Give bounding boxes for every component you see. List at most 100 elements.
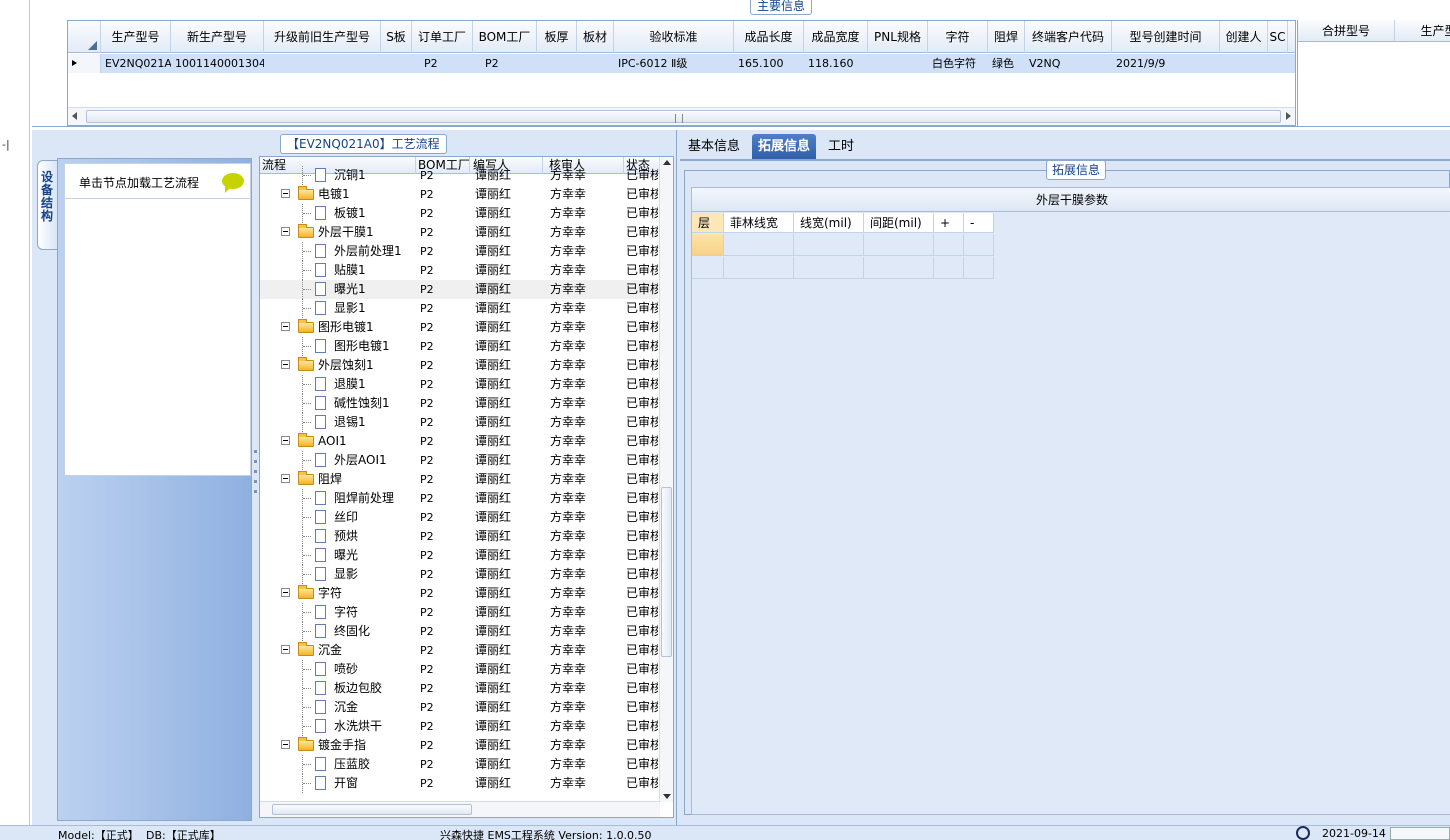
tree-row[interactable]: 贴膜1 P2 谭丽红 方幸幸 已审核	[260, 261, 658, 280]
grid-column-header[interactable]: 板厚	[537, 21, 577, 53]
tab-2[interactable]: 工时	[822, 134, 860, 160]
ext-cell[interactable]	[692, 234, 724, 256]
ext-column-header[interactable]: 层	[692, 213, 724, 233]
grid-column-header[interactable]: S板	[381, 21, 412, 53]
grid-column-header[interactable]: 生产型号	[1395, 20, 1450, 42]
tree-horizontal-scrollbar[interactable]	[260, 801, 660, 817]
grid-column-header[interactable]: 创建人	[1220, 21, 1268, 53]
tree-row[interactable]: 退膜1 P2 谭丽红 方幸幸 已审核	[260, 375, 658, 394]
grid-column-header[interactable]: 成品宽度	[804, 21, 868, 53]
tree-row[interactable]: 碱性蚀刻1 P2 谭丽红 方幸幸 已审核	[260, 394, 658, 413]
tree-row[interactable]: 喷砂 P2 谭丽红 方幸幸 已审核	[260, 660, 658, 679]
scroll-right-icon[interactable]	[1286, 112, 1291, 120]
tree-row[interactable]: 预烘 P2 谭丽红 方幸幸 已审核	[260, 527, 658, 546]
collapse-icon[interactable]	[281, 645, 290, 654]
scroll-down-icon[interactable]	[663, 794, 671, 799]
ext-column-header[interactable]: 间距(mil)	[864, 213, 934, 233]
tree-row[interactable]: 外层前处理1 P2 谭丽红 方幸幸 已审核	[260, 242, 658, 261]
tree-row[interactable]: AOI1 P2 谭丽红 方幸幸 已审核	[260, 432, 658, 451]
merge-grid[interactable]: 合拼型号生产型号	[1297, 20, 1450, 126]
main-info-grid[interactable]: 生产型号 新生产型号 升级前旧生产型号 S板 订单工厂 BOM工厂 板厚 板材 验收标准 成品长度…	[67, 20, 1296, 126]
tab-0[interactable]: 基本信息	[682, 134, 746, 160]
tree-row[interactable]: 丝印 P2 谭丽红 方幸幸 已审核	[260, 508, 658, 527]
tree-row[interactable]: 字符 P2 谭丽红 方幸幸 已审核	[260, 603, 658, 622]
process-tree-grid[interactable]: 流程BOM工厂编写人核审人状态 沉铜1P2谭丽红方幸幸已审核电镀1P2谭丽红方幸…	[259, 156, 674, 818]
tree-row[interactable]: 板边包胶 P2 谭丽红 方幸幸 已审核	[260, 679, 658, 698]
ext-column-header[interactable]: 菲林线宽	[724, 213, 794, 233]
grid-column-header[interactable]: 成品长度	[734, 21, 804, 53]
tree-row[interactable]: 退锡1 P2 谭丽红 方幸幸 已审核	[260, 413, 658, 432]
ext-cell[interactable]	[692, 257, 724, 279]
grid-column-header[interactable]: 型号创建时间	[1112, 21, 1220, 53]
tree-row[interactable]: 图形电镀1 P2 谭丽红 方幸幸 已审核	[260, 318, 658, 337]
scroll-thumb[interactable]	[661, 487, 672, 657]
tree-row[interactable]: 压蓝胶 P2 谭丽红 方幸幸 已审核	[260, 755, 658, 774]
tree-row[interactable]: 外层AOI1 P2 谭丽红 方幸幸 已审核	[260, 451, 658, 470]
grid-column-header[interactable]: 板材	[577, 21, 614, 53]
status-button[interactable]	[1390, 827, 1450, 840]
tab-equipment-structure[interactable]: 设备结构	[37, 160, 59, 250]
grid-column-header[interactable]: SC	[1268, 21, 1288, 53]
tree-row[interactable]: 开窗 P2 谭丽红 方幸幸 已审核	[260, 774, 658, 793]
tree-row[interactable]: 沉金 P2 谭丽红 方幸幸 已审核	[260, 641, 658, 660]
scroll-left-icon[interactable]	[72, 112, 77, 120]
grid-column-header[interactable]: 订单工厂	[412, 21, 473, 53]
tree-row[interactable]: 显影 P2 谭丽红 方幸幸 已审核	[260, 565, 658, 584]
ext-cell[interactable]	[934, 234, 964, 256]
grid-column-header[interactable]: BOM工厂	[473, 21, 537, 53]
tree-row[interactable]: 曝光1 P2 谭丽红 方幸幸 已审核	[260, 280, 658, 299]
tree-row[interactable]: 图形电镀1 P2 谭丽红 方幸幸 已审核	[260, 337, 658, 356]
ext-cell[interactable]	[964, 257, 994, 279]
ext-cell[interactable]	[794, 257, 864, 279]
collapse-icon[interactable]	[281, 436, 290, 445]
grid-column-header[interactable]: 新生产型号	[171, 21, 264, 53]
tree-row[interactable]: 外层蚀刻1 P2 谭丽红 方幸幸 已审核	[260, 356, 658, 375]
ext-cell[interactable]	[964, 234, 994, 256]
tab-1[interactable]: 拓展信息	[752, 134, 817, 160]
grid-column-header[interactable]: 阻焊	[988, 21, 1025, 53]
ext-cell[interactable]	[864, 257, 934, 279]
ext-cell[interactable]	[864, 234, 934, 256]
tree-row[interactable]: 板镀1 P2 谭丽红 方幸幸 已审核	[260, 204, 658, 223]
collapse-icon[interactable]	[281, 322, 290, 331]
ext-column-header[interactable]: +	[934, 213, 964, 233]
tree-row[interactable]: 阻焊前处理 P2 谭丽红 方幸幸 已审核	[260, 489, 658, 508]
tree-row[interactable]: 终固化 P2 谭丽红 方幸幸 已审核	[260, 622, 658, 641]
grid-column-header[interactable]: 验收标准	[614, 21, 734, 53]
splitter-handle[interactable]	[253, 430, 258, 520]
tree-row[interactable]: 字符 P2 谭丽红 方幸幸 已审核	[260, 584, 658, 603]
collapse-icon[interactable]	[281, 227, 290, 236]
side-panel-header[interactable]: 单击节点加载工艺流程	[64, 163, 251, 199]
tree-row[interactable]: 沉金 P2 谭丽红 方幸幸 已审核	[260, 698, 658, 717]
tree-row[interactable]: 镀金手指 P2 谭丽红 方幸幸 已审核	[260, 736, 658, 755]
scroll-thumb[interactable]	[86, 110, 1281, 123]
tree-row[interactable]: 电镀1 P2 谭丽红 方幸幸 已审核	[260, 185, 658, 204]
ext-cell[interactable]	[794, 234, 864, 256]
tree-row[interactable]: 曝光 P2 谭丽红 方幸幸 已审核	[260, 546, 658, 565]
tree-vertical-scrollbar[interactable]	[659, 157, 673, 802]
ext-cell[interactable]	[724, 234, 794, 256]
ext-column-header[interactable]: -	[964, 213, 994, 233]
scroll-thumb[interactable]	[272, 804, 472, 815]
collapse-icon[interactable]	[281, 588, 290, 597]
grid-column-header[interactable]: 字符	[928, 21, 988, 53]
grid-column-header[interactable]: 终端客户代码	[1025, 21, 1112, 53]
tree-row[interactable]: 沉铜1 P2 谭丽红 方幸幸 已审核	[260, 166, 658, 185]
ext-cell[interactable]	[724, 257, 794, 279]
tree-row[interactable]: 水洗烘干 P2 谭丽红 方幸幸 已审核	[260, 717, 658, 736]
table-row[interactable]: EV2NQ021A0 10011400013047 P2 P2 IPC-6012 Ⅱ级 1…	[68, 54, 1295, 73]
grid-horizontal-scrollbar[interactable]	[68, 107, 1295, 125]
collapse-icon[interactable]	[281, 740, 290, 749]
tree-row[interactable]: 显影1 P2 谭丽红 方幸幸 已审核	[260, 299, 658, 318]
tree-row[interactable]: 阻焊 P2 谭丽红 方幸幸 已审核	[260, 470, 658, 489]
ext-column-header[interactable]: 线宽(mil)	[794, 213, 864, 233]
grid-column-header[interactable]: 合拼型号	[1298, 20, 1395, 42]
ext-cell[interactable]	[934, 257, 964, 279]
scroll-up-icon[interactable]	[663, 160, 671, 165]
collapse-icon[interactable]	[281, 189, 290, 198]
grid-column-header[interactable]: 生产型号	[101, 21, 171, 53]
grid-column-header[interactable]: 升级前旧生产型号	[264, 21, 381, 53]
tree-row[interactable]: 外层干膜1 P2 谭丽红 方幸幸 已审核	[260, 223, 658, 242]
collapse-icon[interactable]	[281, 360, 290, 369]
grid-column-header[interactable]: PNL规格	[868, 21, 928, 53]
